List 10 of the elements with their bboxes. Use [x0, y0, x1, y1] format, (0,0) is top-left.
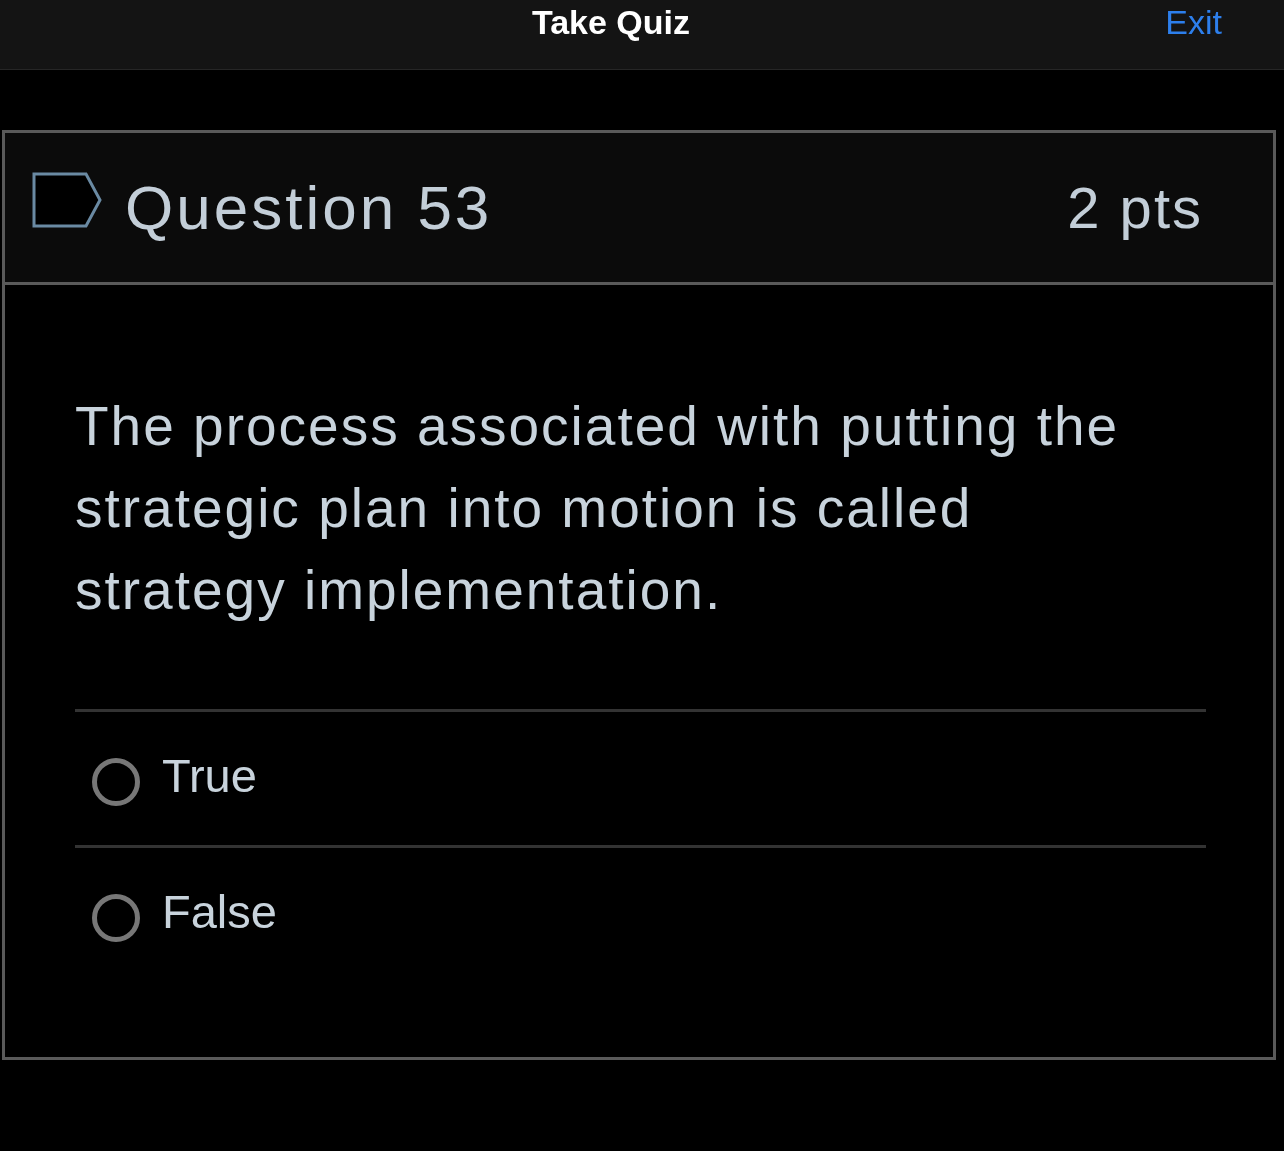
exit-button[interactable]: Exit	[1165, 2, 1222, 42]
question-points: 2 pts	[1067, 174, 1203, 241]
flag-icon[interactable]	[32, 171, 102, 228]
answer-label[interactable]: False	[162, 884, 277, 939]
question-title: Question 53	[125, 172, 493, 243]
page-title: Take Quiz	[531, 2, 691, 42]
radio-button[interactable]	[91, 756, 141, 807]
question-text: The process associated with putting the strategic plan into motion is called strategy implementation.	[75, 394, 1121, 623]
radio-button[interactable]	[91, 892, 141, 943]
answer-label[interactable]: True	[162, 748, 257, 803]
